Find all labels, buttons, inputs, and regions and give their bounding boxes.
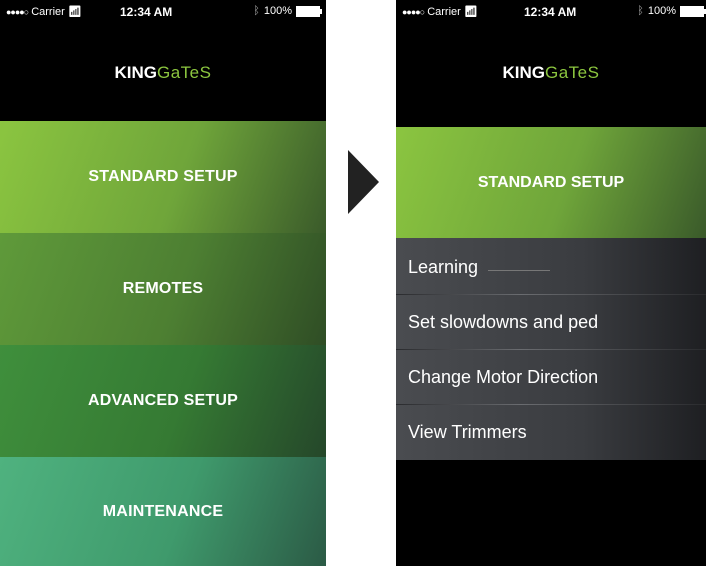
battery-percent: 100% <box>647 5 676 17</box>
menu-label: ADVANCED SETUP <box>87 392 239 409</box>
divider <box>488 270 550 271</box>
logo-gates: GaTeS <box>157 63 212 82</box>
submenu-item-label: Change Motor Direction <box>408 367 599 387</box>
signal-strength-icon: ●●●●○ <box>402 6 425 17</box>
battery-icon <box>680 5 706 17</box>
submenu-item-change-motor-direction[interactable]: Change Motor Direction <box>396 350 706 405</box>
submenu-item-label: View Trimmers <box>408 422 527 442</box>
left-phone-screen: ●●●●○ Carrier 📶︎ 12:34 AM ᛒ 100% KINGGaT… <box>0 0 326 566</box>
menu-advanced-setup[interactable]: ADVANCED SETUP <box>0 345 326 457</box>
status-time: 12:34 AM <box>524 5 577 19</box>
menu-label: MAINTENANCE <box>102 503 224 520</box>
submenu-item-label: Set slowdowns and ped <box>408 312 599 332</box>
menu-label: REMOTES <box>122 280 204 297</box>
menu-remotes[interactable]: REMOTES <box>0 233 326 345</box>
menu-label: STANDARD SETUP <box>88 168 238 185</box>
submenu-item-learning[interactable]: Learning <box>396 240 706 295</box>
wifi-icon: 📶︎ <box>67 6 82 18</box>
bluetooth-icon: ᛒ <box>637 5 644 17</box>
app-logo: KINGGaTeS <box>396 63 706 83</box>
menu-maintenance[interactable]: MAINTENANCE <box>0 457 326 566</box>
status-time: 12:34 AM <box>120 5 173 19</box>
battery-icon <box>296 5 322 17</box>
carrier-label: Carrier <box>31 5 65 18</box>
submenu-item-set-slowdowns[interactable]: Set slowdowns and ped <box>396 295 706 350</box>
menu-standard-setup-expanded[interactable]: STANDARD SETUP <box>396 127 706 238</box>
standard-setup-submenu: Learning Set slowdowns and ped Change Mo… <box>396 238 706 460</box>
battery-percent: 100% <box>263 5 292 17</box>
logo-gates: GaTeS <box>545 63 600 82</box>
submenu-item-label: Learning <box>408 257 479 277</box>
carrier-label: Carrier <box>427 5 461 18</box>
transition-arrow-icon <box>348 150 379 214</box>
status-bar: ●●●●○ Carrier 📶︎ 12:34 AM ᛒ 100% <box>396 0 706 22</box>
right-phone-screen: ●●●●○ Carrier 📶︎ 12:34 AM ᛒ 100% KINGGaT… <box>396 0 706 566</box>
wifi-icon: 📶︎ <box>463 6 478 18</box>
submenu-item-view-trimmers[interactable]: View Trimmers <box>396 405 706 460</box>
status-bar: ●●●●○ Carrier 📶︎ 12:34 AM ᛒ 100% <box>0 0 326 22</box>
logo-king: KING <box>502 63 546 82</box>
menu-standard-setup[interactable]: STANDARD SETUP <box>0 121 326 233</box>
logo-king: KING <box>114 63 158 82</box>
menu-label: STANDARD SETUP <box>477 173 625 191</box>
signal-strength-icon: ●●●●○ <box>6 6 29 17</box>
bluetooth-icon: ᛒ <box>253 5 260 17</box>
app-logo: KINGGaTeS <box>0 63 326 83</box>
